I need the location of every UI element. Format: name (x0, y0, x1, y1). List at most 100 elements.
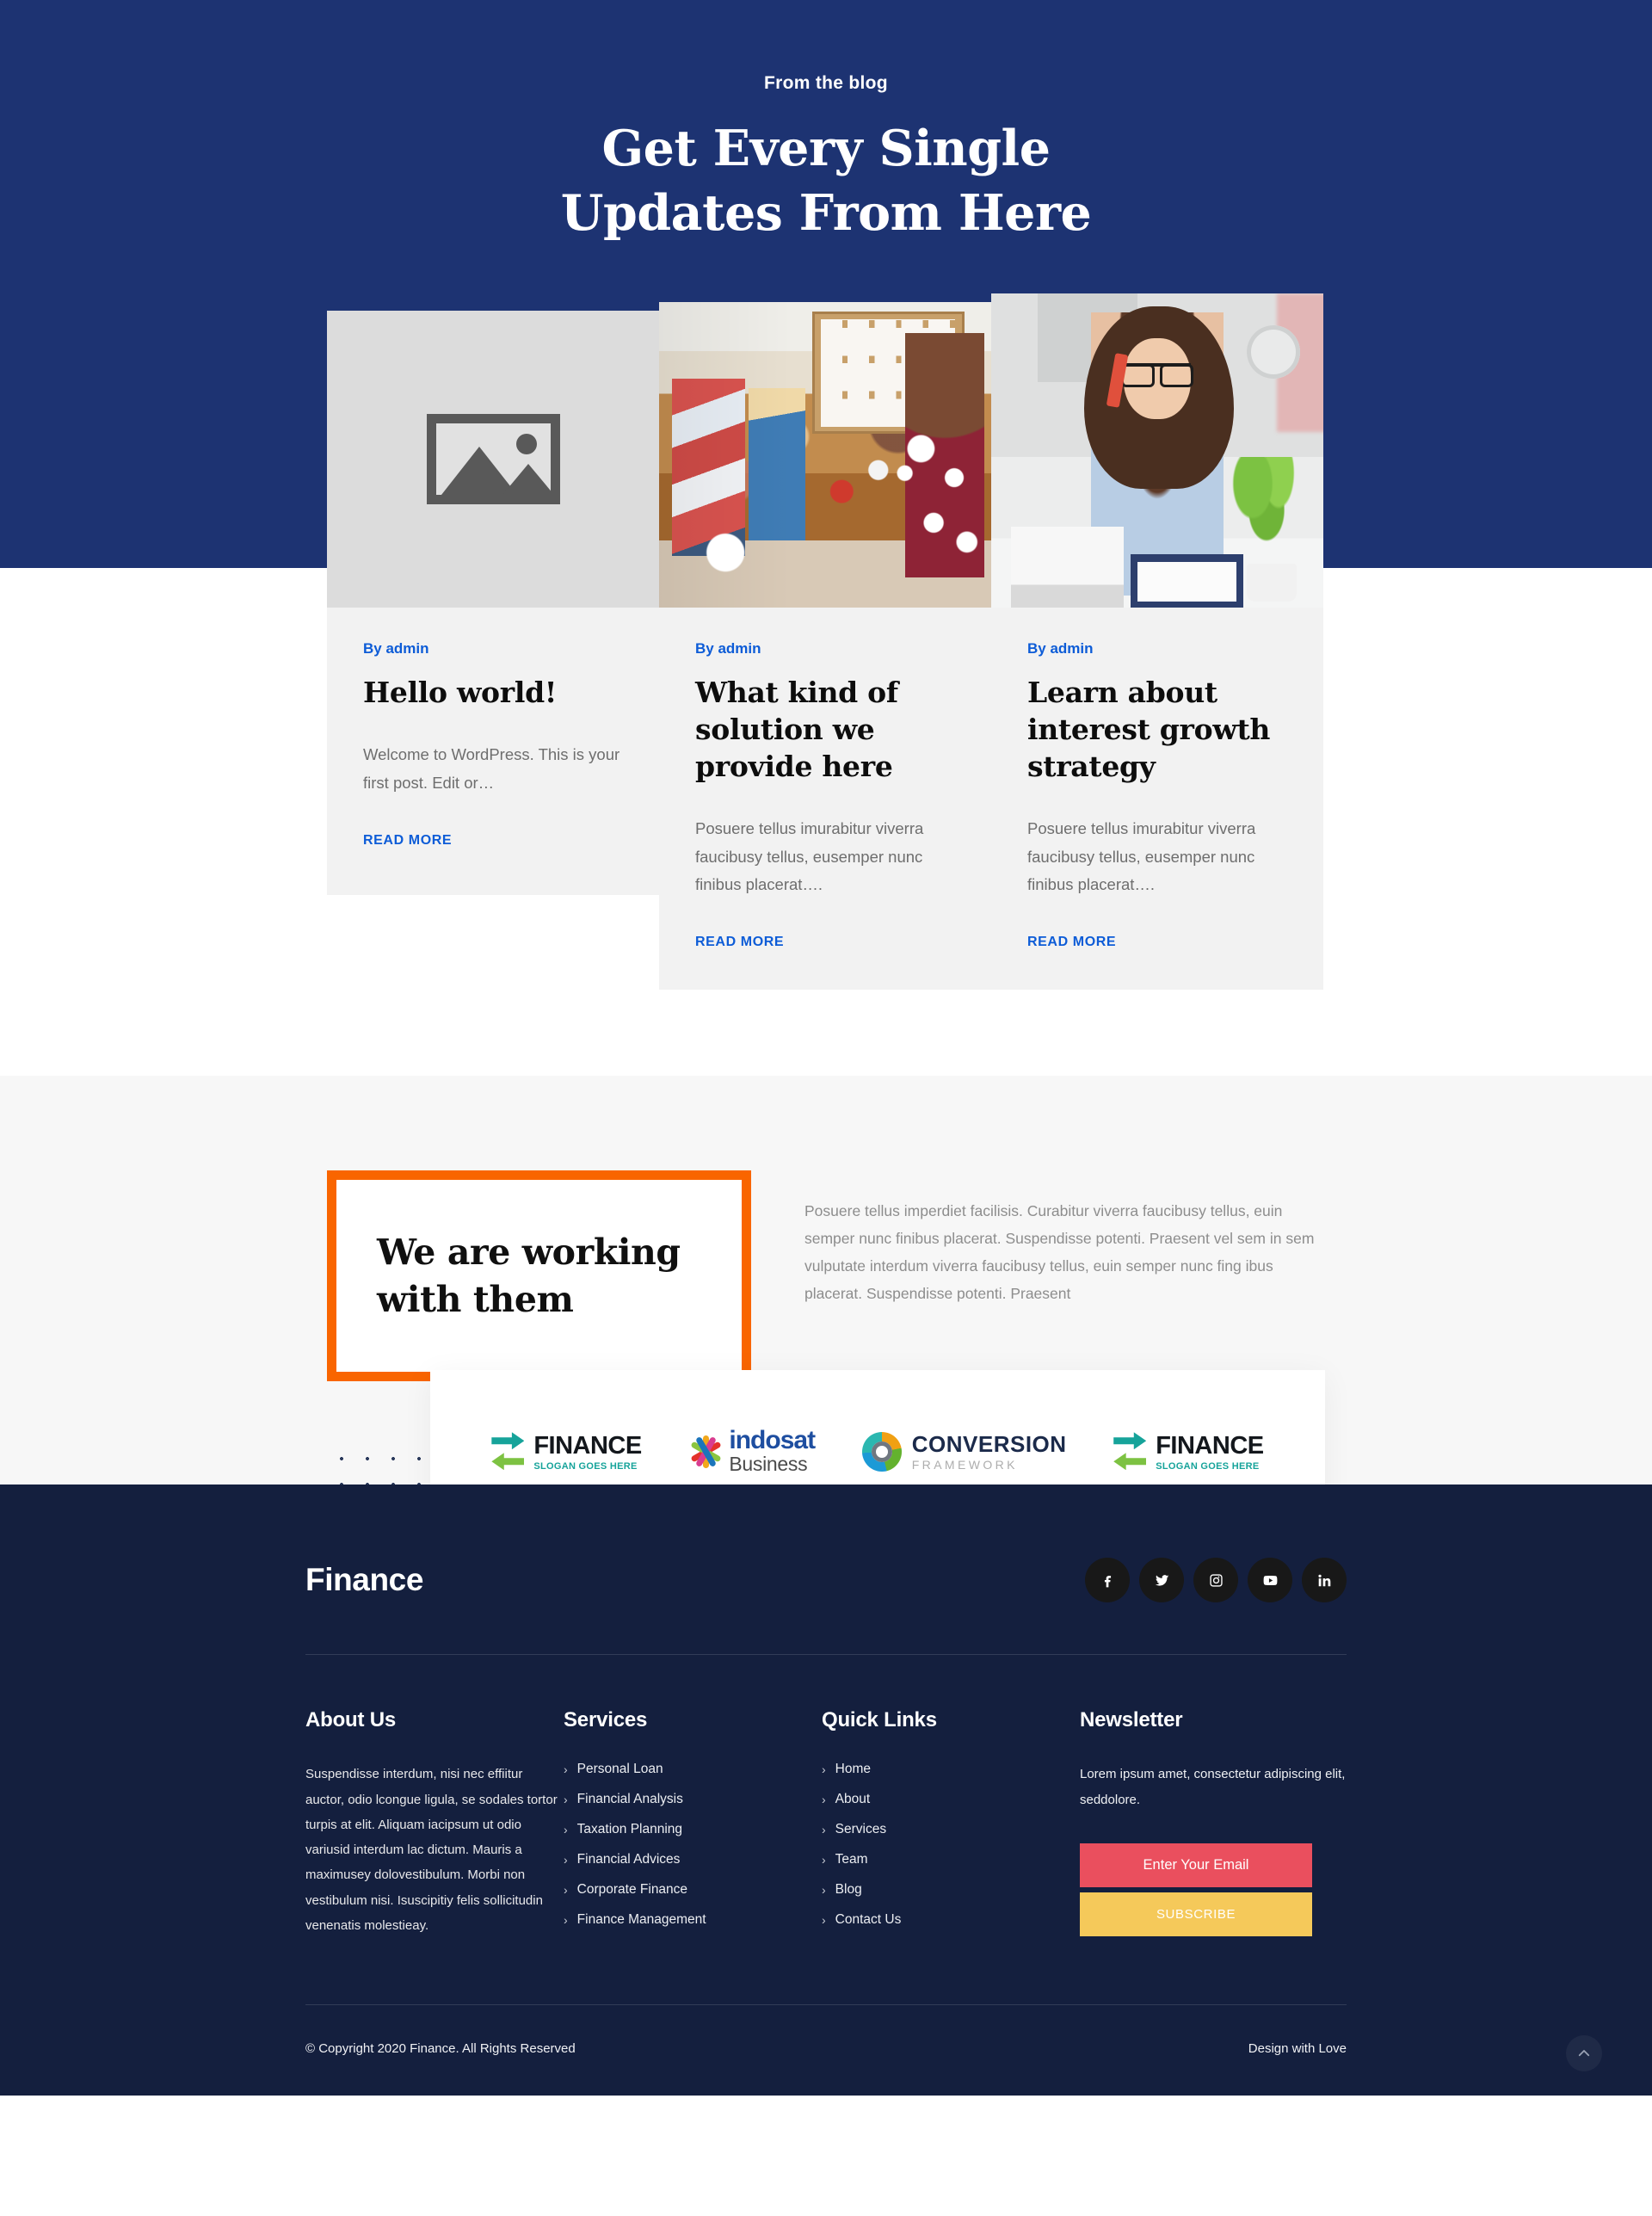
card-title[interactable]: Learn about interest growth strategy (1027, 675, 1287, 786)
footer-column-services: Services › Personal Loan › Financial Analy… (564, 1708, 822, 1942)
blog-section: From the blog Get Every Single Updates F… (0, 0, 1652, 1077)
woman-on-phone-photo (991, 293, 1323, 608)
instagram-icon[interactable] (1193, 1558, 1238, 1603)
chevron-right-icon: › (564, 1913, 568, 1928)
footer-link-item[interactable]: › Taxation Planning (564, 1822, 822, 1837)
partner-logo-indosat[interactable]: indosat Business (688, 1425, 816, 1477)
footer-heading-quick-links: Quick Links (822, 1708, 937, 1732)
partners-section: We are working with them Posuere tellus … (0, 1076, 1652, 1608)
footer-link-item[interactable]: › Team (822, 1852, 1080, 1867)
finance-arrow-icon (1113, 1432, 1147, 1472)
copyright-text: © Copyright 2020 Finance. All Rights Res… (305, 2041, 576, 2057)
footer-link-label: Financial Advices (576, 1852, 681, 1867)
footer-link-label: Taxation Planning (576, 1822, 683, 1837)
footer-link-item[interactable]: › Personal Loan (564, 1762, 822, 1777)
conversion-circle-icon (861, 1432, 902, 1472)
footer-link-label: About (835, 1792, 871, 1807)
card-body: By admin What kind of solution we provid… (659, 608, 991, 990)
footer-heading-services: Services (564, 1708, 648, 1732)
blog-title-line-2: Updates From Here (560, 184, 1092, 243)
page-title: Get Every Single Updates From Here (0, 116, 1652, 245)
footer-link-label: Finance Management (576, 1912, 706, 1928)
footer-social-list (1085, 1558, 1347, 1603)
facebook-icon[interactable] (1085, 1558, 1130, 1603)
footer-quick-links-list: › Home › About › Services › Team › Blog › Cont… (822, 1762, 1080, 1928)
partner-logo-name: indosat (729, 1425, 816, 1454)
youtube-icon[interactable] (1248, 1558, 1292, 1603)
footer-link-item[interactable]: › Corporate Finance (564, 1882, 822, 1898)
chevron-right-icon: › (564, 1793, 568, 1807)
partner-logo-finance-2[interactable]: FINANCE SLOGAN GOES HERE (1113, 1432, 1264, 1472)
footer-link-label: Services (835, 1822, 887, 1837)
partners-heading-line-1: We are working (377, 1231, 681, 1274)
chevron-right-icon: › (822, 1823, 826, 1837)
read-more-link[interactable]: READ MORE (695, 935, 784, 950)
card-title[interactable]: Hello world! (363, 675, 623, 712)
footer-link-item[interactable]: › Blog (822, 1882, 1080, 1898)
card-media (659, 302, 991, 608)
blog-header: From the blog Get Every Single Updates F… (0, 0, 1652, 245)
chevron-right-icon: › (822, 1793, 826, 1807)
footer-link-item[interactable]: › Financial Advices (564, 1852, 822, 1867)
blog-card[interactable]: By admin Hello world! Welcome to WordPre… (327, 311, 659, 896)
finance-arrow-icon (491, 1432, 525, 1472)
read-more-link[interactable]: READ MORE (363, 833, 452, 849)
linkedin-icon[interactable] (1302, 1558, 1347, 1603)
footer-about-text: Suspendisse interdum, nisi nec effiitur … (305, 1767, 558, 1933)
chevron-right-icon: › (822, 1853, 826, 1867)
footer-link-label: Blog (835, 1882, 862, 1898)
chevron-right-icon: › (564, 1823, 568, 1837)
card-author[interactable]: By admin (1027, 640, 1287, 657)
partner-logo-slogan: SLOGAN GOES HERE (533, 1461, 638, 1472)
team-meeting-photo (659, 302, 991, 608)
footer-link-label: Financial Analysis (576, 1792, 683, 1807)
footer-link-label: Team (835, 1852, 868, 1867)
chevron-right-icon: › (822, 1762, 826, 1777)
back-to-top-button[interactable] (1566, 2035, 1602, 2072)
blog-card[interactable]: By admin What kind of solution we provid… (659, 302, 991, 991)
footer-link-item[interactable]: › Contact Us (822, 1912, 1080, 1928)
partners-heading-line-2: with them (377, 1278, 574, 1320)
read-more-link[interactable]: READ MORE (1027, 935, 1116, 950)
chevron-right-icon: › (564, 1762, 568, 1777)
footer-link-item[interactable]: › Finance Management (564, 1912, 822, 1928)
footer-brand[interactable]: Finance (305, 1562, 423, 1598)
footer-heading-about: About Us (305, 1708, 397, 1732)
card-excerpt: Posuere tellus imurabitur viverra faucib… (695, 819, 924, 893)
site-footer: Finance About Us Suspendisse interdum, n… (0, 1485, 1652, 2096)
card-title[interactable]: What kind of solution we provide here (695, 675, 955, 786)
card-body: By admin Hello world! Welcome to WordPre… (327, 608, 659, 895)
page-root: From the blog Get Every Single Updates F… (0, 0, 1652, 2096)
footer-column-quick-links: Quick Links › Home › About › Services › Team… (822, 1708, 1080, 1942)
footer-link-item[interactable]: › Financial Analysis (564, 1792, 822, 1807)
chevron-right-icon: › (564, 1853, 568, 1867)
card-body: By admin Learn about interest growth str… (991, 608, 1323, 990)
partner-logo-slogan: FRAMEWORK (911, 1457, 1018, 1472)
footer-heading-newsletter: Newsletter (1080, 1708, 1183, 1732)
design-credit-text: Design with Love (1248, 2041, 1347, 2057)
blog-card[interactable]: By admin Learn about interest growth str… (991, 293, 1323, 991)
footer-link-item[interactable]: › About (822, 1792, 1080, 1807)
card-media (327, 311, 659, 608)
card-excerpt: Posuere tellus imurabitur viverra faucib… (1027, 819, 1256, 893)
footer-link-label: Corporate Finance (576, 1882, 688, 1898)
chevron-right-icon: › (564, 1883, 568, 1898)
image-placeholder-icon (327, 311, 659, 608)
partner-logo-conversion[interactable]: CONVERSION FRAMEWORK (861, 1432, 1067, 1472)
footer-link-item[interactable]: › Home (822, 1762, 1080, 1777)
footer-link-item[interactable]: › Services (822, 1822, 1080, 1837)
footer-newsletter-text: Lorem ipsum amet, consectetur adipiscing… (1080, 1767, 1346, 1807)
card-author[interactable]: By admin (363, 640, 623, 657)
partners-heading-box: We are working with them (327, 1170, 751, 1382)
newsletter-email-input[interactable] (1080, 1843, 1312, 1887)
subscribe-button[interactable]: SUBSCRIBE (1080, 1892, 1312, 1936)
partner-logo-finance-1[interactable]: FINANCE SLOGAN GOES HERE (491, 1432, 642, 1472)
partner-logo-name: FINANCE (1156, 1432, 1264, 1460)
footer-column-about: About Us Suspendisse interdum, nisi nec … (305, 1708, 564, 1942)
card-excerpt: Welcome to WordPress. This is your first… (363, 745, 620, 792)
chevron-right-icon: › (822, 1913, 826, 1928)
card-author[interactable]: By admin (695, 640, 955, 657)
twitter-icon[interactable] (1139, 1558, 1184, 1603)
chevron-up-icon (1578, 2050, 1590, 2057)
partner-logo-slogan: Business (729, 1453, 808, 1476)
